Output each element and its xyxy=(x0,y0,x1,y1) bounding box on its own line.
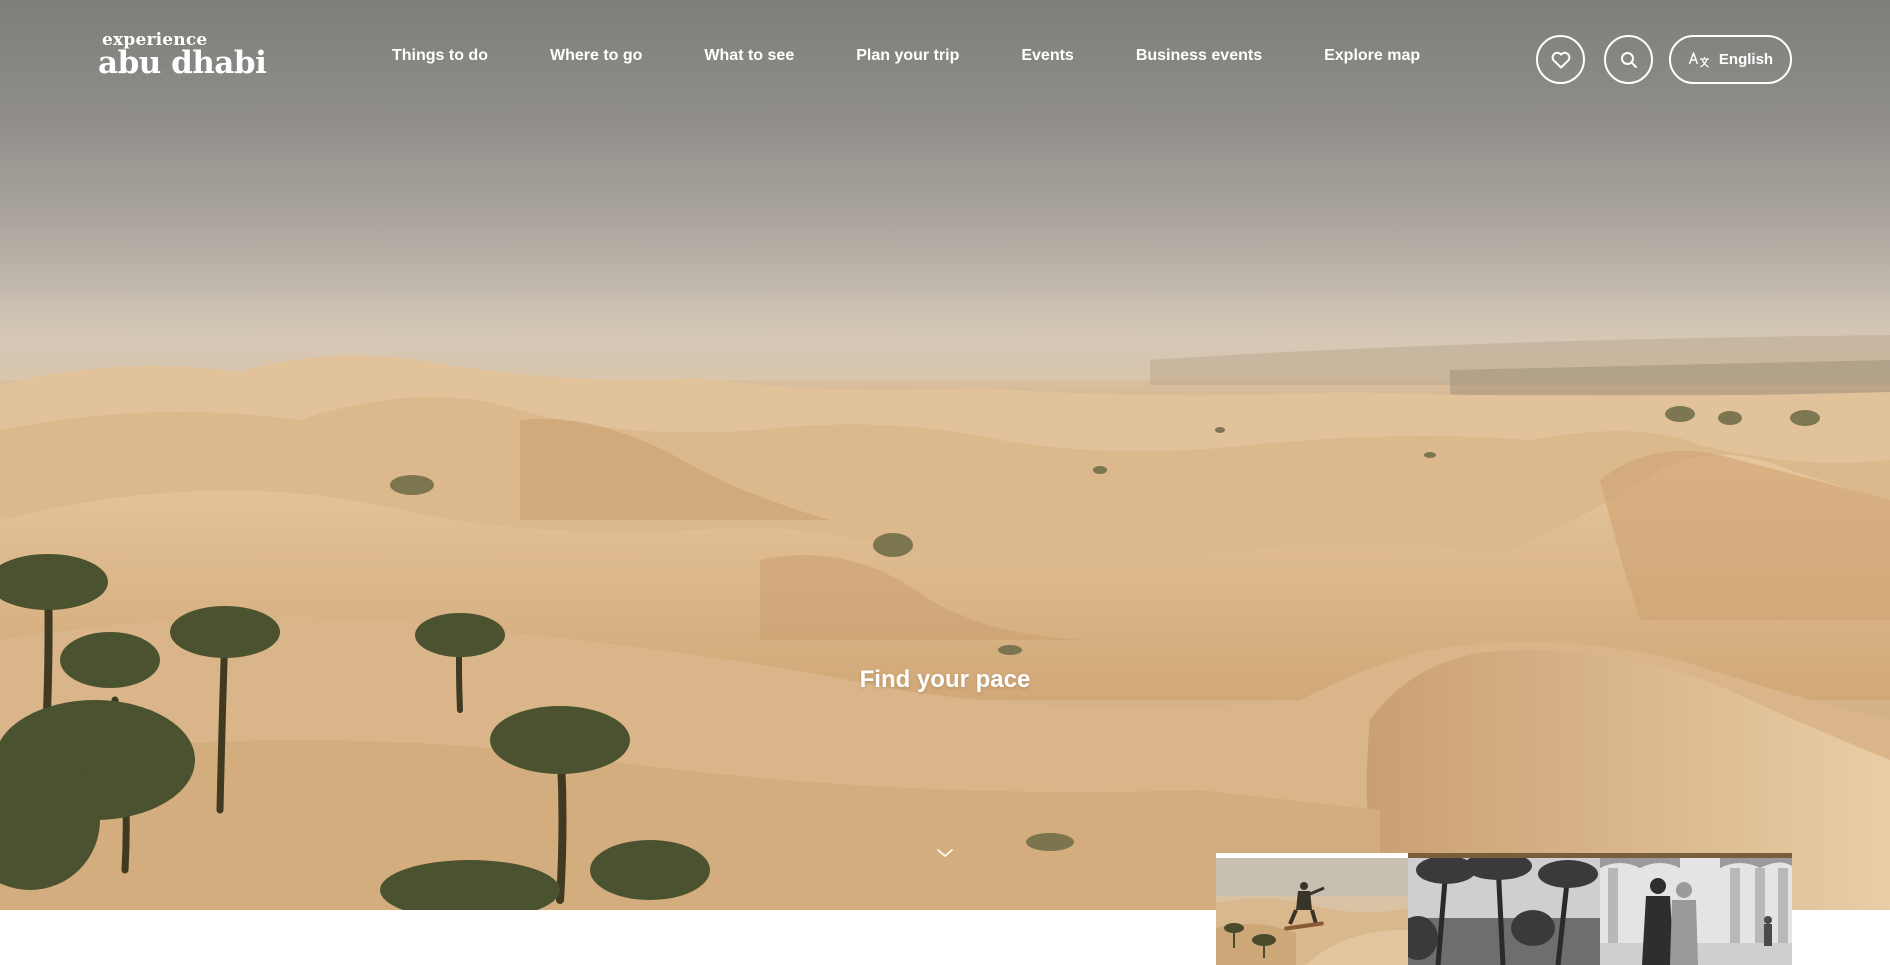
nav-plan-your-trip[interactable]: Plan your trip xyxy=(856,47,959,65)
nav-what-to-see[interactable]: What to see xyxy=(704,47,794,65)
scroll-down-button[interactable] xyxy=(936,846,954,864)
nav-business-events[interactable]: Business events xyxy=(1136,47,1262,65)
desert-background-image xyxy=(0,300,1890,910)
hero-section: experience abu dhabi Things to do Where … xyxy=(0,0,1890,910)
main-nav: Things to do Where to go What to see Pla… xyxy=(392,47,1420,65)
nav-where-to-go[interactable]: Where to go xyxy=(550,47,642,65)
nav-things-to-do[interactable]: Things to do xyxy=(392,47,488,65)
site-logo[interactable]: experience abu dhabi xyxy=(98,32,267,81)
logo-big-text: abu dhabi xyxy=(98,45,267,81)
nav-explore-map[interactable]: Explore map xyxy=(1324,47,1420,65)
search-button[interactable] xyxy=(1604,35,1653,84)
favorites-button[interactable] xyxy=(1536,35,1585,84)
language-selector[interactable]: English xyxy=(1669,35,1792,84)
hero-tagline: Find your pace xyxy=(859,666,1031,693)
search-icon xyxy=(1620,51,1637,68)
heart-icon xyxy=(1551,51,1570,68)
translate-icon xyxy=(1688,51,1709,68)
carousel-thumb-mosque-couple[interactable] xyxy=(1600,858,1792,965)
carousel-thumb-sandboarding[interactable] xyxy=(1216,858,1408,965)
chevron-down-icon xyxy=(937,849,953,857)
nav-events[interactable]: Events xyxy=(1021,47,1073,65)
language-label: English xyxy=(1718,51,1774,68)
carousel-thumb-palm-oasis[interactable] xyxy=(1408,858,1600,965)
